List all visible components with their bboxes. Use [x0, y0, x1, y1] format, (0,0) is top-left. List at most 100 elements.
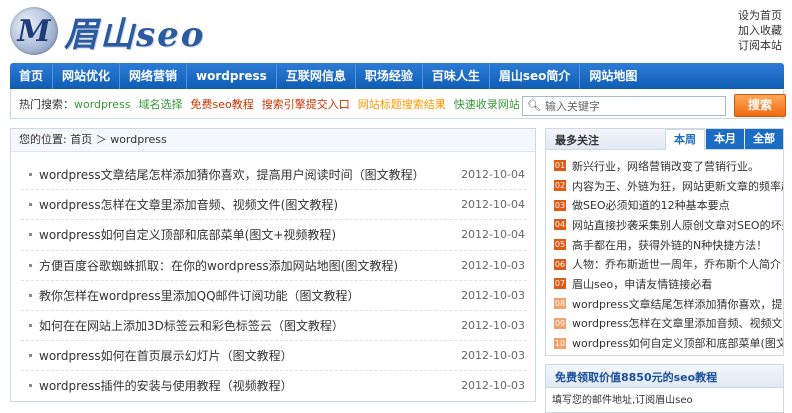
- nav-item-internet-info[interactable]: 互联网信息: [277, 63, 356, 89]
- post-title[interactable]: wordpress怎样在文章里添加音频、视频文件(图文教程): [21, 196, 338, 213]
- most-viewed-item-text[interactable]: 眉山seo，申请友情链接必看: [572, 276, 783, 292]
- hot-search-link[interactable]: 免费seo教程: [191, 98, 254, 111]
- hot-search-link[interactable]: 搜索引擎提交入口: [262, 98, 350, 111]
- post-title-text[interactable]: wordpress文章结尾怎样添加猜你喜欢，提高用户阅读时间（图文教程）: [39, 168, 425, 182]
- most-viewed-item-text[interactable]: 内容为王、外链为狂，网站更新文章的频率越...: [572, 178, 783, 194]
- most-viewed-list: 01 新兴行业，网络营销改变了营销行业。 02 内容为王、外链为狂，网站更新文章的频率…: [546, 150, 783, 355]
- nav-item-career[interactable]: 职场经验: [356, 63, 423, 89]
- most-viewed-header: 最多关注 本周 本月 全部: [546, 129, 783, 150]
- bullet-icon: [29, 324, 32, 328]
- most-viewed-item-text[interactable]: wordpress如何自定义顶部和底部菜单(图文...: [572, 335, 783, 351]
- post-title[interactable]: wordpress如何在首页展示幻灯片（图文教程）: [21, 347, 293, 364]
- article-list-panel: 您的位置: 首页 ＞ wordpress wordpress文章结尾怎样添加猜你…: [10, 128, 536, 402]
- nav-item-home[interactable]: 首页: [10, 63, 54, 89]
- post-title-text[interactable]: 方便百度谷歌蜘蛛抓取：在你的wordpress添加网站地图(图文教程): [39, 259, 398, 273]
- bullet-icon: [29, 263, 32, 267]
- nav-item-sitemap[interactable]: 网站地图: [580, 63, 646, 89]
- post-row[interactable]: wordpress如何在首页展示幻灯片（图文教程） 2012-10-03: [21, 341, 527, 372]
- post-title-text[interactable]: wordpress插件的安装与使用教程（视频教程）: [39, 379, 293, 393]
- most-viewed-item[interactable]: 02 内容为王、外链为狂，网站更新文章的频率越...: [554, 176, 783, 196]
- most-viewed-tabs: 本周 本月 全部: [664, 129, 783, 150]
- post-title[interactable]: 如何在在网站上添加3D标签云和彩色标签云（图文教程）: [21, 317, 344, 334]
- hot-search-link[interactable]: wordpress: [74, 98, 131, 111]
- tab-month[interactable]: 本月: [706, 129, 744, 149]
- hot-search-bar: 热门搜索： wordpress 域名选择 免费seo教程 搜索引擎提交入口 网站标题搜索…: [10, 90, 786, 119]
- rank-number: 01: [554, 160, 566, 172]
- logo-text: 眉山seo: [64, 14, 206, 55]
- subscribe-title: 免费领取价值8850元的seo教程: [555, 370, 718, 384]
- nav-item-about[interactable]: 眉山seo简介: [490, 63, 581, 89]
- search-button[interactable]: 搜索: [734, 94, 786, 117]
- add-favorite-link[interactable]: 加入收藏: [738, 23, 782, 38]
- post-title[interactable]: 教你怎样在wordpress里添加QQ邮件订阅功能（图文教程）: [21, 287, 360, 304]
- most-viewed-item-text[interactable]: 人物：乔布斯逝世一周年，乔布斯个人简介: [572, 256, 783, 272]
- post-title-text[interactable]: 教你怎样在wordpress里添加QQ邮件订阅功能（图文教程）: [39, 289, 360, 303]
- most-viewed-item[interactable]: 08 wordpress文章结尾怎样添加猜你喜欢，提...: [554, 294, 783, 314]
- bullet-icon: [29, 384, 32, 388]
- nav-item-site-optimization[interactable]: 网站优化: [53, 63, 121, 89]
- post-title-text[interactable]: wordpress如何自定义顶部和底部菜单(图文+视频教程): [39, 228, 336, 242]
- rank-number: 02: [554, 180, 566, 192]
- hot-search-label: 热门搜索：: [19, 98, 74, 111]
- rank-number: 03: [554, 199, 566, 211]
- hot-search-link[interactable]: 快速收录网站: [454, 98, 520, 111]
- rank-number: 08: [554, 298, 566, 310]
- post-title-text[interactable]: wordpress如何在首页展示幻灯片（图文教程）: [39, 349, 293, 363]
- set-homepage-link[interactable]: 设为首页: [738, 8, 782, 23]
- breadcrumb: 您的位置: 首页 ＞ wordpress: [11, 129, 535, 152]
- post-row[interactable]: wordpress如何自定义顶部和底部菜单(图文+视频教程) 2012-10-04: [21, 220, 527, 251]
- post-title-text[interactable]: wordpress怎样在文章里添加音频、视频文件(图文教程): [39, 198, 338, 212]
- bullet-icon: [29, 354, 32, 358]
- tab-week[interactable]: 本周: [665, 129, 705, 150]
- most-viewed-item-text[interactable]: 网站直接抄袭采集别人原创文章对SEO的坏处: [572, 217, 783, 233]
- site-logo[interactable]: M 眉山seo: [10, 4, 205, 58]
- most-viewed-item-text[interactable]: 做SEO必须知道的12种基本要点: [572, 197, 783, 213]
- hot-search-link[interactable]: 网站标题搜索结果: [358, 98, 446, 111]
- most-viewed-item[interactable]: 03 做SEO必须知道的12种基本要点: [554, 195, 783, 215]
- nav-item-life[interactable]: 百味人生: [423, 63, 490, 89]
- post-title[interactable]: wordpress文章结尾怎样添加猜你喜欢，提高用户阅读时间（图文教程）: [21, 166, 425, 183]
- nav-item-wordpress[interactable]: wordpress: [187, 63, 277, 89]
- post-row[interactable]: wordpress文章结尾怎样添加猜你喜欢，提高用户阅读时间（图文教程） 2012…: [21, 160, 527, 191]
- search-icon: 🔍︎: [527, 99, 541, 112]
- bullet-icon: [29, 173, 32, 177]
- post-date: 2012-10-03: [461, 349, 525, 363]
- post-date: 2012-10-04: [461, 228, 525, 242]
- search-placeholder: 输入关键字: [544, 99, 600, 113]
- tab-all[interactable]: 全部: [745, 129, 783, 149]
- most-viewed-item[interactable]: 06 人物：乔布斯逝世一周年，乔布斯个人简介: [554, 254, 783, 274]
- post-row[interactable]: 方便百度谷歌蜘蛛抓取：在你的wordpress添加网站地图(图文教程) 2012-…: [21, 251, 527, 281]
- subscribe-link[interactable]: 订阅本站: [738, 38, 782, 53]
- rank-number: 06: [554, 258, 566, 270]
- hot-search-link[interactable]: 域名选择: [139, 98, 183, 111]
- most-viewed-item[interactable]: 04 网站直接抄袭采集别人原创文章对SEO的坏处: [554, 215, 783, 235]
- subscribe-box: 免费领取价值8850元的seo教程 填写您的邮件地址,订阅眉山seo: [545, 363, 784, 413]
- post-row[interactable]: 教你怎样在wordpress里添加QQ邮件订阅功能（图文教程） 2012-10-0…: [21, 281, 527, 311]
- most-viewed-item-text[interactable]: wordpress文章结尾怎样添加猜你喜欢，提...: [572, 296, 783, 312]
- post-title[interactable]: wordpress插件的安装与使用教程（视频教程）: [21, 377, 293, 394]
- post-row[interactable]: 如何在在网站上添加3D标签云和彩色标签云（图文教程） 2012-10-03: [21, 311, 527, 342]
- most-viewed-item-text[interactable]: 高手都在用，获得外链的N种快捷方法！: [572, 237, 783, 253]
- post-date: 2012-10-03: [461, 258, 525, 272]
- rank-number: 05: [554, 239, 566, 251]
- most-viewed-item[interactable]: 09 wordpress怎样在文章里添加音频、视频文...: [554, 314, 783, 334]
- nav-item-network-marketing[interactable]: 网络营销: [120, 63, 188, 89]
- most-viewed-item[interactable]: 05 高手都在用，获得外链的N种快捷方法！: [554, 235, 783, 255]
- post-row[interactable]: wordpress插件的安装与使用教程（视频教程） 2012-10-03: [21, 371, 527, 401]
- post-date: 2012-10-04: [461, 198, 525, 212]
- search-box: 🔍︎ 输入关键字 搜索: [522, 94, 786, 117]
- post-title[interactable]: wordpress如何自定义顶部和底部菜单(图文+视频教程): [21, 226, 336, 243]
- most-viewed-item[interactable]: 10 wordpress如何自定义顶部和底部菜单(图文...: [554, 333, 783, 353]
- post-row[interactable]: wordpress怎样在文章里添加音频、视频文件(图文教程) 2012-10-04: [21, 190, 527, 221]
- most-viewed-item-text[interactable]: 新兴行业，网络营销改变了营销行业。: [572, 158, 783, 174]
- search-input[interactable]: 🔍︎ 输入关键字: [522, 95, 726, 116]
- most-viewed-item[interactable]: 07 眉山seo，申请友情链接必看: [554, 274, 783, 294]
- most-viewed-title: 最多关注: [555, 134, 599, 147]
- bullet-icon: [29, 293, 32, 297]
- subscribe-header: 免费领取价值8850元的seo教程: [546, 364, 783, 388]
- most-viewed-item[interactable]: 01 新兴行业，网络营销改变了营销行业。: [554, 156, 783, 176]
- rank-number: 10: [554, 337, 566, 349]
- post-title-text[interactable]: 如何在在网站上添加3D标签云和彩色标签云（图文教程）: [39, 319, 344, 333]
- most-viewed-item-text[interactable]: wordpress怎样在文章里添加音频、视频文...: [572, 315, 783, 331]
- post-title[interactable]: 方便百度谷歌蜘蛛抓取：在你的wordpress添加网站地图(图文教程): [21, 257, 398, 274]
